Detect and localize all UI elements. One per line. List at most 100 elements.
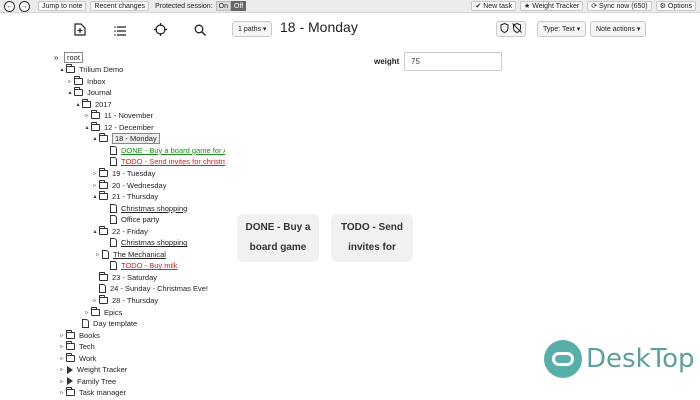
new-task-button[interactable]: ✔ New task [471,1,516,11]
tree-item-label[interactable]: Trilium Demo [79,65,123,74]
tree-item-label[interactable]: Inbox [87,77,105,86]
protected-on-option[interactable]: On [215,1,231,11]
collapsed-arrow-icon[interactable]: ▹ [58,378,66,385]
tree-item-label[interactable]: Work [79,354,96,363]
collapsed-arrow-icon[interactable]: ▹ [94,251,102,258]
expanded-arrow-icon[interactable]: ▴ [91,193,99,200]
recent-changes-button[interactable]: Recent changes [90,1,150,11]
sync-now-button[interactable]: ⟳ Sync now (650) [587,1,652,11]
tree-item-label[interactable]: 21 - Thursday [112,192,158,201]
weight-tracker-button[interactable]: ★ Weight Tracker [520,1,584,11]
shield-off-icon[interactable] [512,22,522,35]
tree-item-label[interactable]: Epics [104,308,122,317]
expanded-arrow-icon[interactable]: ▴ [91,135,99,142]
collapsed-arrow-icon[interactable]: ▹ [58,355,66,362]
tree-item-label[interactable]: 20 - Wednesday [112,181,166,190]
expanded-arrow-icon[interactable]: ▴ [74,101,82,108]
linked-note-card[interactable]: DONE - Buy a board game [237,214,319,262]
forward-icon[interactable]: → [19,0,30,12]
note-type-dropdown[interactable]: Type: Text ▾ [537,21,587,37]
tree-item[interactable]: DONE - Buy a board game for A [102,145,225,156]
tree-item[interactable]: TODO - Send invites for christm [102,156,225,167]
tree-item[interactable]: ▹ Books [58,329,100,341]
collapsed-arrow-icon[interactable]: ▹ [58,389,66,396]
collapsed-arrow-icon[interactable]: ▹ [83,309,91,316]
linked-note-card[interactable]: TODO - Send invites for [331,214,413,262]
tree-item[interactable]: Christmas shopping [102,237,187,248]
tree-item-label[interactable]: 22 - Friday [112,227,148,236]
weight-attribute-input[interactable] [404,52,502,71]
tree-item[interactable]: ▹ The Mechanical [94,249,166,260]
tree-item[interactable]: ▴ Trilium Demo [58,64,123,75]
tree-item-label[interactable]: Day template [93,319,137,328]
tree-item[interactable]: ▹ 11 - November [83,110,153,121]
note-actions-dropdown[interactable]: Note actions ▾ [590,21,647,37]
tree-item-label[interactable]: Tech [79,342,95,351]
protected-off-option[interactable]: Off [231,1,247,11]
expanded-arrow-icon[interactable]: ▴ [83,124,91,131]
collapsed-arrow-icon[interactable]: ▹ [83,112,91,119]
tree-root-label[interactable]: root [64,52,83,63]
tree-item[interactable]: ▹ Work [58,352,96,364]
crosshair-icon[interactable] [150,23,170,39]
create-note-icon[interactable] [70,23,90,39]
back-icon[interactable]: ← [4,0,15,12]
options-button[interactable]: ⚙ Options [655,1,696,11]
tree-item-label[interactable]: 24 - Sunday - Christmas Eve! [110,284,208,293]
tree-item[interactable]: TODO - Buy milk [102,260,178,271]
tree-item[interactable]: ▴ 22 - Friday [91,225,148,237]
tree-item-label[interactable]: TODO - Buy milk [121,261,178,270]
tree-item-label[interactable]: 23 - Saturday [112,273,157,282]
expanded-arrow-icon[interactable]: ▴ [58,66,66,73]
tree-item-label[interactable]: Books [79,331,100,340]
tree-item-label[interactable]: DONE - Buy a board game for A [121,146,225,155]
tree-item[interactable]: ▹ 19 - Tuesday [91,167,155,179]
jump-to-note-button[interactable]: Jump to note [38,1,87,11]
tree-item-label[interactable]: Task manager [79,388,126,397]
tree-item-label[interactable]: 28 - Thursday [112,296,158,305]
tree-item-label[interactable]: 11 - November [104,111,153,120]
tree-item-label[interactable]: Weight Tracker [77,365,127,374]
tree-item-label[interactable]: Christmas shopping [121,238,187,247]
collapsed-arrow-icon[interactable]: ▹ [66,78,74,85]
tree-item[interactable]: 23 - Saturday [91,271,157,283]
shield-icon[interactable] [500,22,509,35]
tree-item[interactable]: Day template [74,318,137,329]
tree-item[interactable]: ▴ 2017 [74,98,112,110]
collapsed-arrow-icon[interactable]: ▹ [91,182,99,189]
menu-list-icon[interactable] [110,24,130,39]
expanded-arrow-icon[interactable]: ▴ [66,89,74,96]
collapsed-arrow-icon[interactable]: ▹ [58,366,66,373]
collapsed-arrow-icon[interactable]: ▹ [91,297,99,304]
collapsed-arrow-icon[interactable]: ▹ [91,170,99,177]
tree-item-label[interactable]: 2017 [95,100,112,109]
tree-item[interactable]: 24 - Sunday - Christmas Eve! [91,283,208,294]
tree-item[interactable]: Christmas shopping [102,203,187,214]
protected-session-toggle[interactable]: On Off [215,1,247,11]
tree-item[interactable]: Office party [102,214,159,225]
tree-item-label[interactable]: The Mechanical [113,250,166,259]
tree-item[interactable]: ▴ 18 - Monday [91,133,160,145]
protect-toggle[interactable] [496,21,526,37]
tree-item[interactable]: ▴ 12 - December [83,121,154,133]
tree-item-label[interactable]: 12 - December [104,123,154,132]
tree-item[interactable]: ▹ Weight Tracker [58,364,127,375]
tree-root-row[interactable]: » root [54,52,83,63]
tree-item-label[interactable]: TODO - Send invites for christm [121,157,225,166]
collapsed-arrow-icon[interactable]: ▹ [58,343,66,350]
search-icon[interactable] [190,24,210,39]
collapsed-arrow-icon[interactable]: ▹ [58,332,66,339]
tree-item-label[interactable]: Office party [121,215,159,224]
tree-item[interactable]: ▹ 28 - Thursday [91,295,158,306]
tree-item[interactable]: ▹ Inbox [66,75,105,87]
tree-item-label[interactable]: Christmas shopping [121,204,187,213]
tree-item[interactable]: ▹ Epics [83,306,122,318]
tree-item[interactable]: ▴ Journal [66,87,112,98]
expanded-arrow-icon[interactable]: ▴ [91,228,99,235]
note-paths-button[interactable]: 1 paths ▾ [232,21,273,37]
tree-item-label[interactable]: 18 - Monday [112,133,160,145]
tree-item-label[interactable]: Family Tree [77,377,116,386]
tree-item[interactable]: ▹ 20 - Wednesday [91,179,166,191]
note-title[interactable]: 18 - Monday [280,19,358,35]
tree-item-label[interactable]: 19 - Tuesday [112,169,155,178]
